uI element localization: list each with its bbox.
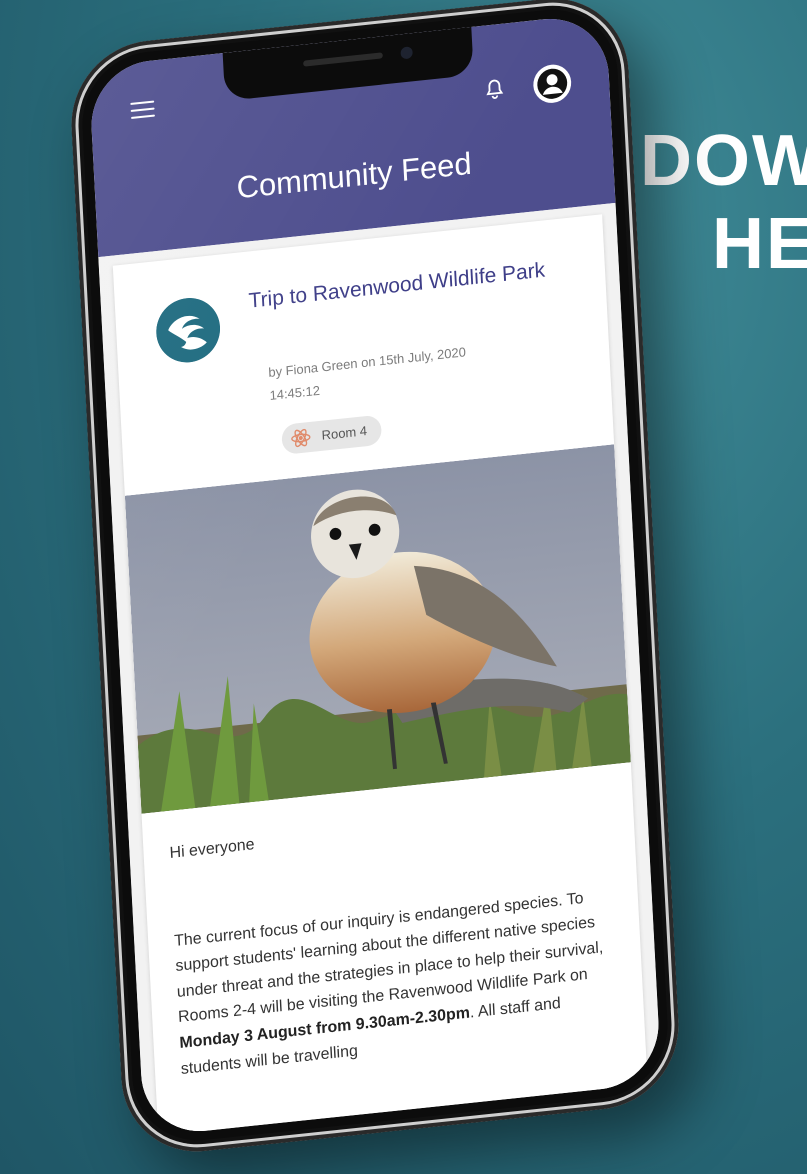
post-meta: by Fiona Green on 15th July, 2020 14:45:… (268, 329, 581, 407)
avatar-icon[interactable] (532, 62, 573, 105)
room-tag-label: Room 4 (321, 423, 368, 443)
phone-mockup: Community Feed Trip to Ravenwood Wildlif… (0, 0, 807, 1174)
school-logo (154, 294, 222, 366)
post-image[interactable] (124, 444, 631, 814)
post-paragraph: The current focus of our inquiry is enda… (174, 883, 620, 1083)
room-tag[interactable]: Room 4 (281, 414, 382, 455)
feed-content[interactable]: Trip to Ravenwood Wildlife Park by Fiona… (98, 202, 662, 1138)
bell-icon[interactable] (483, 76, 506, 102)
post-card[interactable]: Trip to Ravenwood Wildlife Park by Fiona… (112, 214, 648, 1136)
menu-icon[interactable] (130, 100, 155, 121)
atom-icon (291, 428, 311, 448)
page-title: Community Feed (235, 145, 473, 206)
phone-screen: Community Feed Trip to Ravenwood Wildlif… (88, 12, 662, 1138)
speaker-grille (303, 52, 383, 67)
post-title-link[interactable]: Trip to Ravenwood Wildlife Park (248, 255, 575, 313)
phone-frame: Community Feed Trip to Ravenwood Wildlif… (67, 0, 683, 1160)
post-body: Hi everyone The current focus of our inq… (169, 795, 619, 1082)
post-greeting: Hi everyone (169, 836, 255, 862)
front-camera (400, 46, 413, 60)
